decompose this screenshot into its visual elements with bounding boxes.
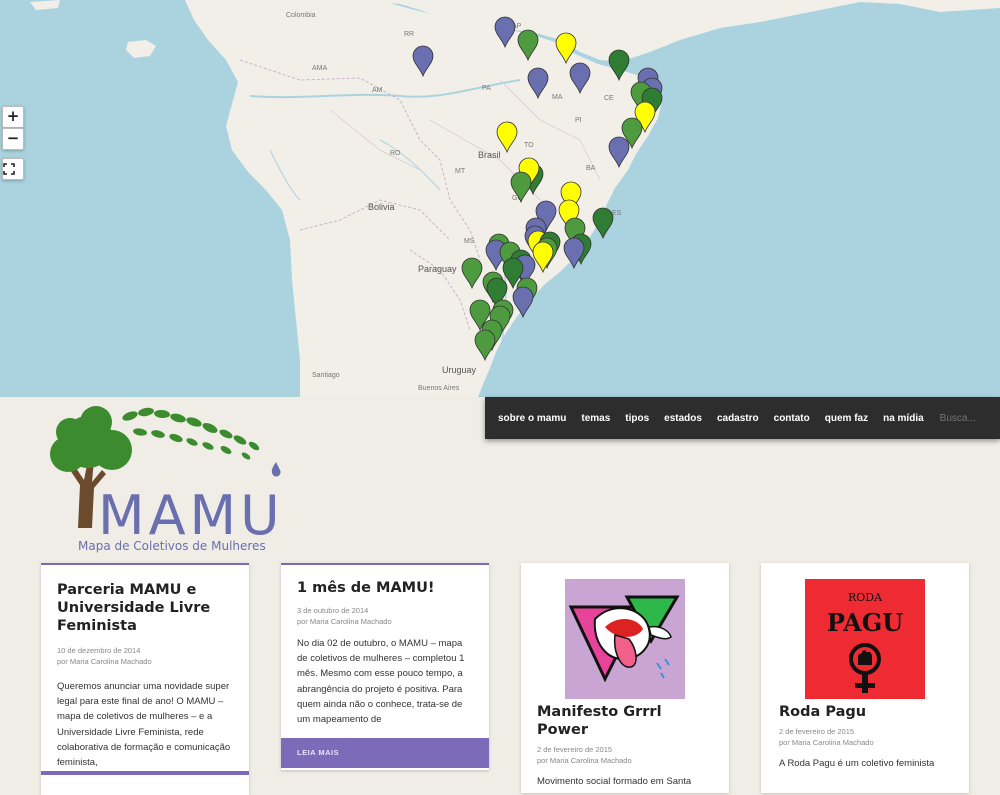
- nav-item-quem-faz[interactable]: quem faz: [825, 413, 868, 424]
- roda-pagu-image-icon: RODA PAGU: [827, 591, 903, 693]
- post-title[interactable]: Manifesto Grrrl Power: [537, 703, 717, 739]
- map-label-ro: RO: [390, 150, 401, 157]
- image-text-top: RODA: [848, 591, 883, 604]
- post-date: 10 de dezembro de 2014: [57, 646, 141, 655]
- map-label-es: ES: [612, 210, 622, 217]
- tree-logo-icon: MAMU Mapa de Coletivos de Mulheres: [50, 406, 284, 553]
- search-input[interactable]: [939, 412, 980, 424]
- post-author: por Maria Carolina Machado: [57, 657, 152, 666]
- post-image[interactable]: [565, 579, 685, 699]
- nav-item-cadastro[interactable]: cadastro: [717, 413, 759, 424]
- zoom-out-button[interactable]: −: [2, 128, 24, 150]
- post-author: por Maria Carolina Machado: [537, 756, 632, 765]
- map-label-pi: PI: [575, 117, 582, 124]
- post-card[interactable]: Parceria MAMU e Universidade Livre Femin…: [41, 563, 249, 795]
- logo-subtitle: Mapa de Coletivos de Mulheres: [78, 539, 266, 553]
- map-label-ama: AMA: [312, 65, 328, 72]
- fullscreen-button[interactable]: [2, 158, 24, 180]
- post-title[interactable]: Parceria MAMU e Universidade Livre Femin…: [57, 581, 233, 635]
- map-label-ce: CE: [604, 95, 614, 102]
- nav-item-temas[interactable]: temas: [581, 413, 610, 424]
- map-label-ba: BA: [586, 165, 596, 172]
- nav-item-contato[interactable]: contato: [774, 413, 810, 424]
- map-label-buenos-aires: Buenos Aires: [418, 385, 460, 392]
- card-footer-bar: [41, 771, 249, 775]
- nav-item-sobre[interactable]: sobre o mamu: [498, 413, 566, 424]
- image-text-main: PAGU: [827, 608, 903, 637]
- map-label-paraguay: Paraguay: [418, 264, 457, 274]
- nav-item-na-midia[interactable]: na mídia: [883, 413, 924, 424]
- map[interactable]: Colombia AMA AM RR AP PA MA CE PI TO Bra…: [0, 0, 1000, 397]
- map-label-uruguay: Uruguay: [442, 365, 477, 375]
- map-label-ma: MA: [552, 94, 563, 101]
- map-label-to: TO: [524, 142, 534, 149]
- map-label-rr: RR: [404, 31, 414, 38]
- post-card[interactable]: 1 mês de MAMU! 3 de outubro de 2014 por …: [281, 563, 489, 770]
- grrrl-power-image-icon: [568, 595, 680, 683]
- post-excerpt: No dia 02 de outubro, o MAMU – mapa de c…: [297, 638, 465, 726]
- post-card[interactable]: RODA PAGU Roda Pagu 2 de fevereiro de 20…: [761, 563, 969, 793]
- post-excerpt: Movimento social formado em Santa: [537, 776, 692, 787]
- site-logo[interactable]: MAMU Mapa de Coletivos de Mulheres: [40, 400, 290, 555]
- logo-title: MAMU: [98, 484, 284, 547]
- post-author: por Maria Carolina Machado: [779, 738, 874, 747]
- post-date: 3 de outubro de 2014: [297, 606, 369, 615]
- map-label-bolivia: Bolivia: [368, 202, 395, 212]
- post-title[interactable]: Roda Pagu: [779, 703, 959, 721]
- fullscreen-icon: [3, 163, 15, 175]
- main-nav: sobre o mamu temas tipos estados cadastr…: [485, 397, 1000, 439]
- post-author: por Maria Carolina Machado: [297, 617, 392, 626]
- post-excerpt: Queremos anunciar uma novidade super leg…: [57, 681, 231, 769]
- map-label-colombia: Colombia: [286, 12, 316, 19]
- map-label-brasil: Brasil: [478, 150, 501, 160]
- post-image[interactable]: RODA PAGU: [805, 579, 925, 699]
- zoom-in-button[interactable]: +: [2, 106, 24, 128]
- post-card[interactable]: Manifesto Grrrl Power 2 de fevereiro de …: [521, 563, 729, 793]
- post-date: 2 de fevereiro de 2015: [537, 745, 613, 754]
- post-date: 2 de fevereiro de 2015: [779, 727, 855, 736]
- map-label-am: AM: [372, 87, 383, 94]
- map-label-mt: MT: [455, 168, 466, 175]
- post-title[interactable]: 1 mês de MAMU!: [297, 579, 473, 597]
- map-tiles: Colombia AMA AM RR AP PA MA CE PI TO Bra…: [0, 0, 1000, 397]
- post-excerpt: A Roda Pagu é um coletivo feminista: [779, 758, 935, 769]
- read-more-button[interactable]: LEIA MAIS: [281, 738, 489, 768]
- nav-item-tipos[interactable]: tipos: [625, 413, 649, 424]
- map-label-ms: MS: [464, 238, 475, 245]
- nav-item-estados[interactable]: estados: [664, 413, 702, 424]
- map-label-santiago: Santiago: [312, 372, 340, 379]
- map-label-pa: PA: [482, 85, 491, 92]
